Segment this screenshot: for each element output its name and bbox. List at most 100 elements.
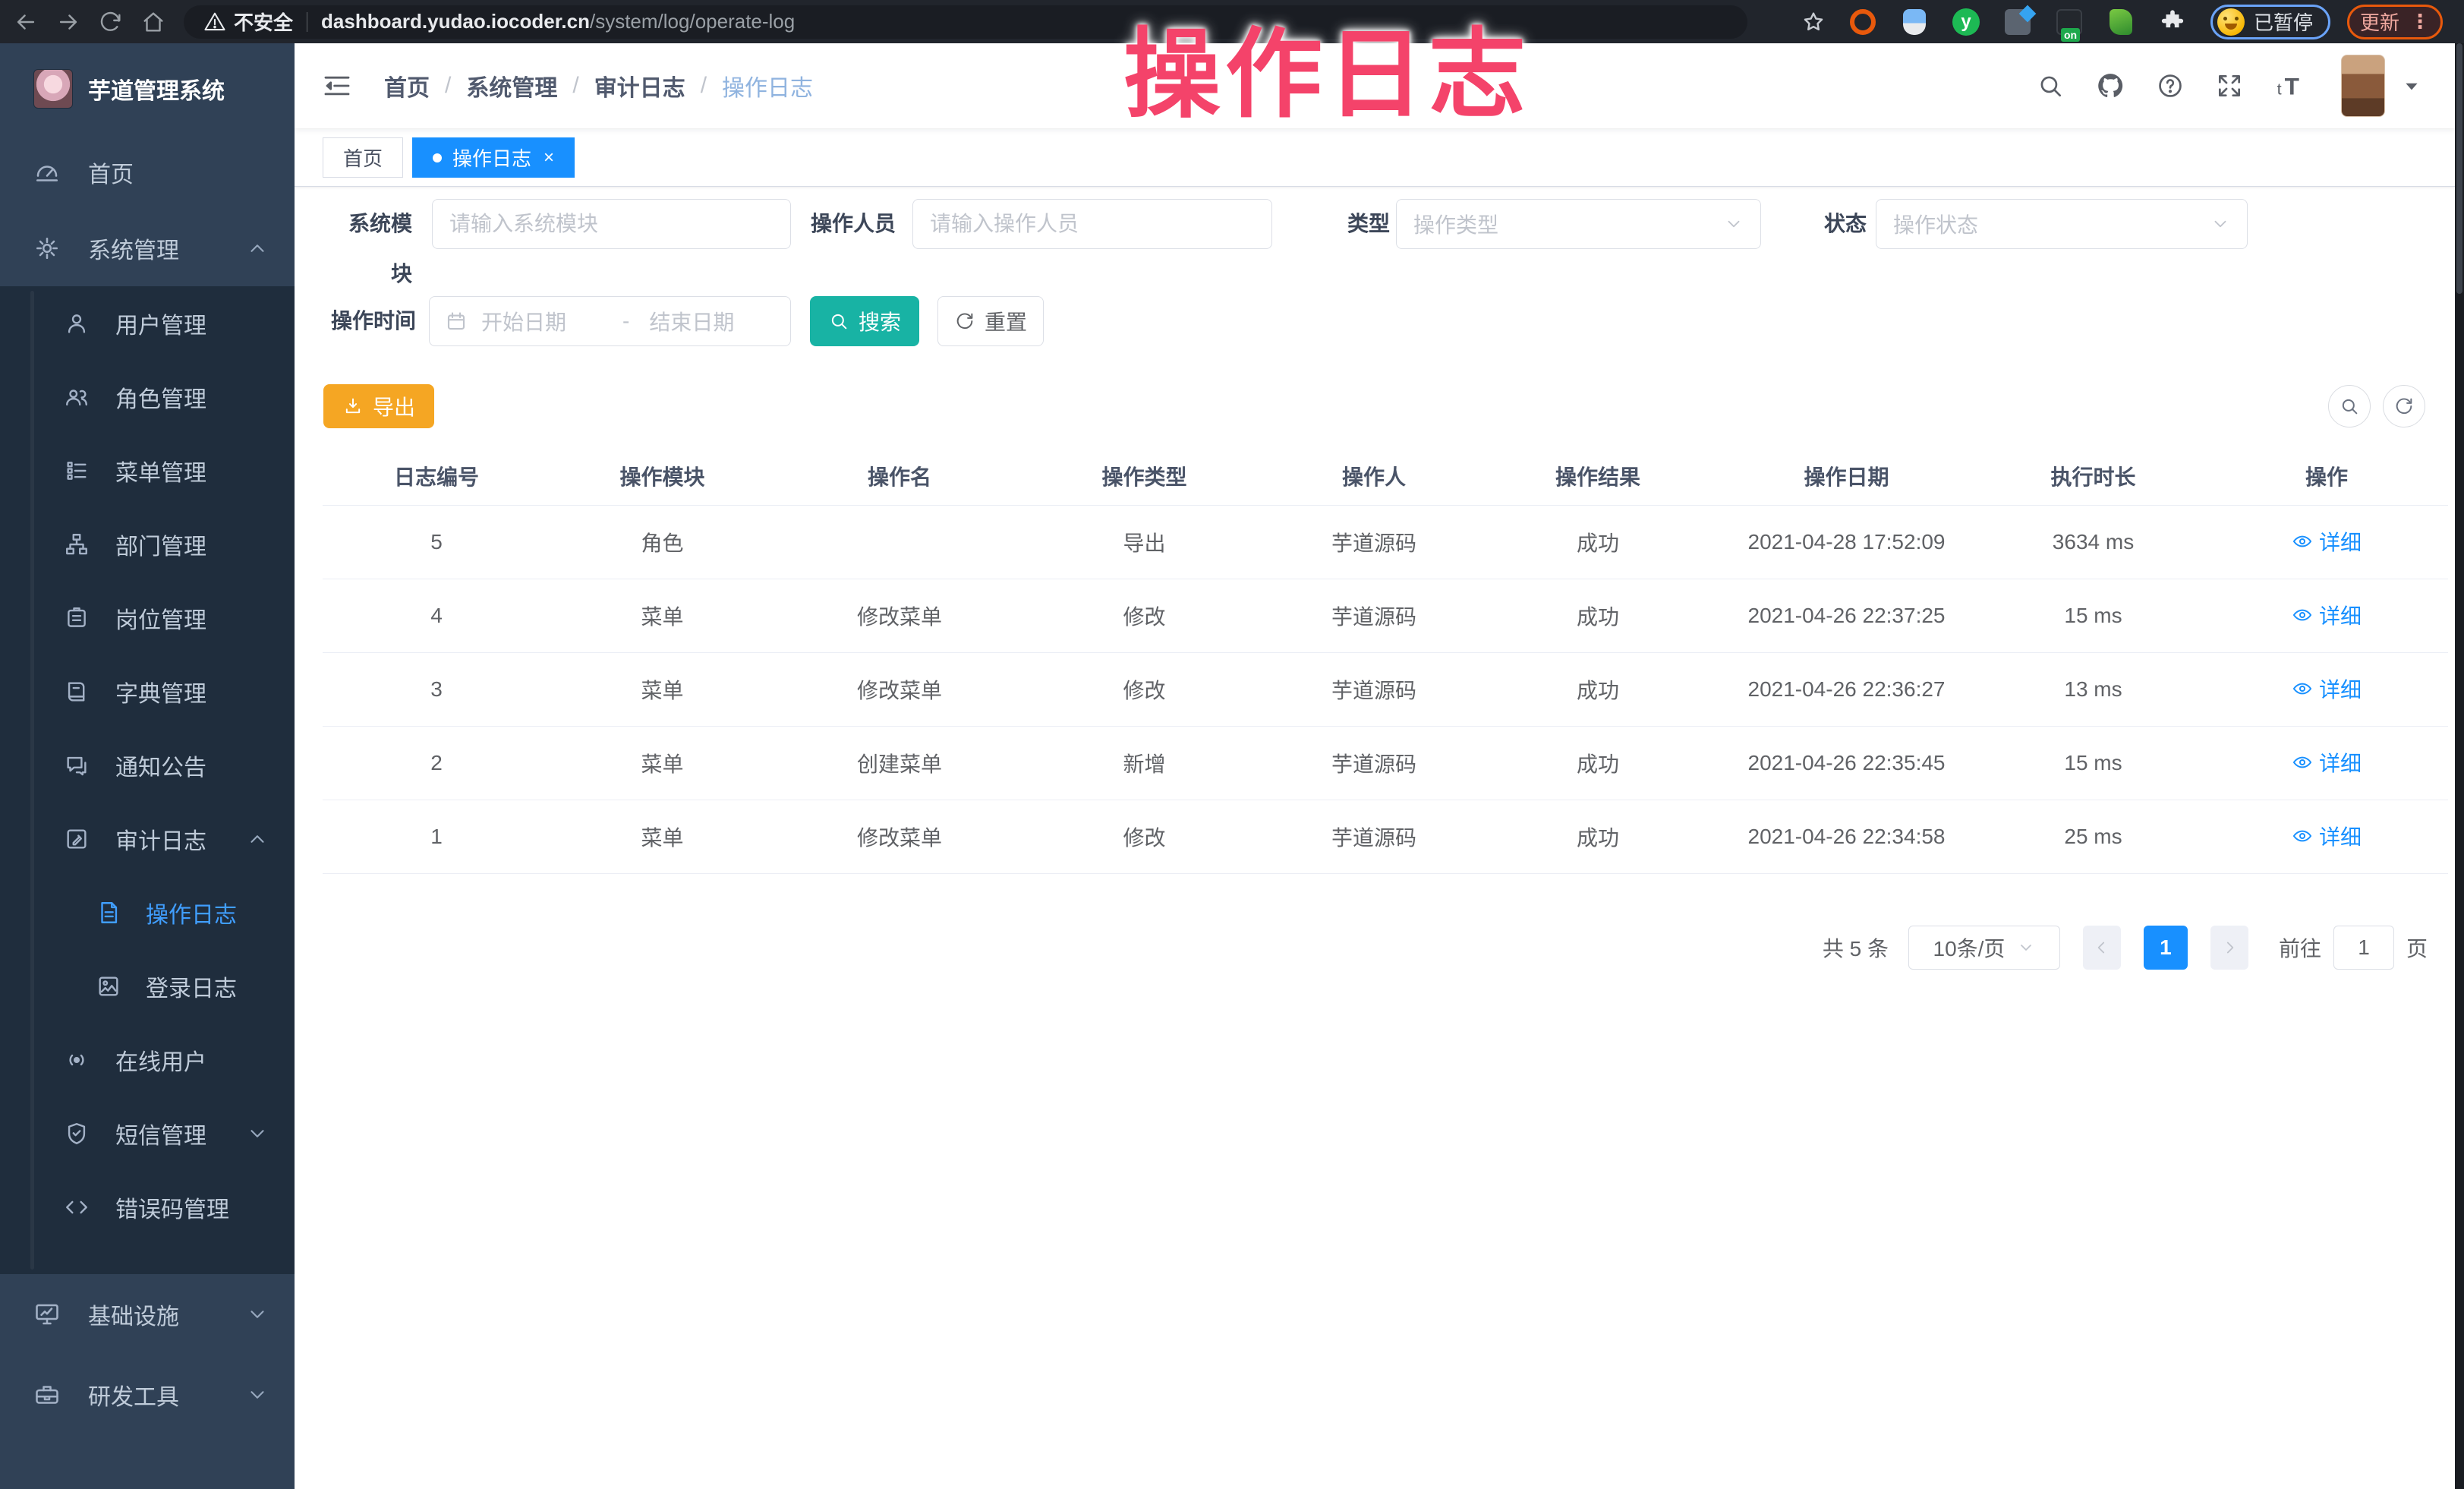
hamburger-fold-icon — [322, 71, 352, 101]
toolbox-icon — [33, 1381, 61, 1409]
breadcrumb-system[interactable]: 系统管理 — [466, 69, 557, 103]
page-number-1[interactable]: 1 — [2144, 926, 2188, 970]
shield-check-icon — [64, 1121, 90, 1147]
extension-pin-icon[interactable] — [1899, 7, 1930, 37]
filter-status-label: 状态 — [1814, 199, 1867, 249]
browser-update-button[interactable]: 更新 ⋮ — [2347, 5, 2443, 39]
table-cell: 成功 — [1484, 652, 1712, 726]
prev-page-button[interactable] — [2083, 926, 2121, 970]
col-result: 操作结果 — [1484, 448, 1712, 505]
breadcrumb-audit[interactable]: 审计日志 — [594, 69, 685, 103]
eye-icon — [2292, 678, 2313, 699]
next-page-button[interactable] — [2210, 926, 2248, 970]
col-date: 操作日期 — [1712, 448, 1981, 505]
sidebar-item-role-mgmt[interactable]: 角色管理 — [0, 360, 295, 434]
sidebar-item-home[interactable]: 首页 — [0, 134, 295, 210]
breadcrumb-separator: / — [701, 73, 707, 99]
table-cell: 4 — [323, 579, 550, 652]
header-fontsize-button[interactable]: tT — [2274, 71, 2308, 101]
avatar-caret-icon[interactable] — [2402, 76, 2421, 96]
sidebar-item-dept-mgmt[interactable]: 部门管理 — [0, 507, 295, 581]
address-bar[interactable]: 不安全 dashboard.yudao.iocoder.cn /system/l… — [184, 5, 1747, 39]
tab-active-dot — [433, 153, 442, 162]
audit-edit-icon — [64, 826, 90, 852]
sidebar-item-audit-log[interactable]: 审计日志 — [0, 802, 295, 875]
goto-page-input[interactable] — [2333, 926, 2394, 970]
table-cell — [774, 505, 1025, 579]
eye-icon — [2292, 531, 2313, 552]
page-size-select[interactable]: 10条/页 — [1908, 926, 2060, 970]
fullscreen-icon — [2215, 71, 2244, 100]
extension-switch-icon[interactable]: on — [2054, 7, 2084, 37]
tab-close-icon[interactable]: × — [544, 149, 554, 167]
sidebar-item-dev-tools[interactable]: 研发工具 — [0, 1355, 295, 1435]
sidebar-item-notice[interactable]: 通知公告 — [0, 728, 295, 802]
extension-grid-icon[interactable] — [2002, 7, 2033, 37]
tab-home[interactable]: 首页 — [323, 137, 403, 178]
browser-profile-chip[interactable]: 已暂停 — [2210, 5, 2330, 39]
header-fullscreen-button[interactable] — [2215, 71, 2244, 100]
detail-link[interactable]: 详细 — [2292, 821, 2362, 851]
extension-leaf-icon[interactable] — [2106, 7, 2136, 37]
sidebar-item-online-users[interactable]: 在线用户 — [0, 1023, 295, 1096]
chevron-up-icon — [246, 828, 269, 850]
filter-daterange-picker[interactable]: 开始日期 - 结束日期 — [429, 296, 791, 346]
breadcrumb-home[interactable]: 首页 — [384, 69, 430, 103]
sidebar-item-menu-mgmt[interactable]: 菜单管理 — [0, 434, 295, 507]
sidebar-item-infrastructure[interactable]: 基础设施 — [0, 1274, 295, 1355]
user-avatar[interactable] — [2341, 55, 2385, 117]
not-secure-label: 不安全 — [234, 8, 293, 36]
sidebar-item-operate-log[interactable]: 操作日志 — [0, 875, 295, 949]
header-help-button[interactable] — [2156, 71, 2185, 100]
extension-ublock-icon[interactable] — [1848, 7, 1878, 37]
detail-link[interactable]: 详细 — [2292, 526, 2362, 557]
sidebar-item-sms-mgmt[interactable]: 短信管理 — [0, 1096, 295, 1170]
browser-reload-button[interactable] — [94, 5, 128, 39]
dictionary-icon — [64, 679, 90, 705]
extension-y-icon[interactable]: y — [1951, 7, 1981, 37]
filter-status-select[interactable]: 操作状态 — [1876, 199, 2248, 249]
goto-label: 前往 — [2279, 932, 2321, 963]
extensions-puzzle-icon[interactable] — [2157, 7, 2188, 37]
browser-home-button[interactable] — [137, 5, 170, 39]
filter-module-input[interactable] — [432, 199, 791, 249]
sidebar-item-system-mgmt[interactable]: 系统管理 — [0, 210, 295, 286]
sidebar-collapse-button[interactable] — [322, 71, 352, 101]
sidebar-item-errorcode-mgmt[interactable]: 错误码管理 — [0, 1170, 295, 1244]
scrollbar-thumb[interactable] — [2456, 43, 2462, 294]
table-row: 1菜单修改菜单修改芋道源码成功2021-04-26 22:34:5825 ms详… — [323, 800, 2448, 873]
filter-type-select[interactable]: 操作类型 — [1396, 199, 1761, 249]
sidebar-item-user-mgmt[interactable]: 用户管理 — [0, 286, 295, 360]
reset-button[interactable]: 重置 — [937, 296, 1044, 346]
header-github-button[interactable] — [2095, 71, 2125, 101]
sidebar-item-post-mgmt[interactable]: 岗位管理 — [0, 581, 295, 655]
browser-menu-kebab-icon[interactable]: ⋮ — [2410, 10, 2430, 33]
header-search-button[interactable] — [2036, 71, 2065, 100]
filter-operator-input[interactable] — [912, 199, 1272, 249]
sidebar-item-dict-mgmt[interactable]: 字典管理 — [0, 655, 295, 728]
chevron-down-icon — [246, 1383, 269, 1406]
col-duration: 执行时长 — [1981, 448, 2205, 505]
sidebar-item-login-log[interactable]: 登录日志 — [0, 949, 295, 1023]
browser-back-button[interactable] — [9, 5, 43, 39]
refresh-table-button[interactable] — [2383, 385, 2425, 427]
table-cell: 1 — [323, 800, 550, 873]
detail-link[interactable]: 详细 — [2292, 674, 2362, 704]
toggle-search-button[interactable] — [2328, 385, 2371, 427]
calendar-icon — [445, 310, 468, 333]
detail-link[interactable]: 详细 — [2292, 600, 2362, 630]
table-cell: 创建菜单 — [774, 726, 1025, 800]
bookmark-star-button[interactable] — [1801, 9, 1826, 35]
pagination-total: 共 5 条 — [1823, 932, 1889, 963]
search-button[interactable]: 搜索 — [810, 296, 919, 346]
tab-operate-log[interactable]: 操作日志 × — [412, 137, 575, 178]
browser-forward-button[interactable] — [52, 5, 85, 39]
export-button[interactable]: 导出 — [323, 384, 434, 428]
breadcrumb-current: 操作日志 — [722, 69, 813, 103]
table-cell-actions: 详细 — [2205, 505, 2448, 579]
browser-scrollbar[interactable] — [2455, 43, 2464, 1489]
detail-link[interactable]: 详细 — [2292, 747, 2362, 778]
sidebar-logo[interactable]: 芋道管理系统 — [0, 43, 295, 134]
chevron-down-icon — [1724, 214, 1744, 234]
table-cell: 25 ms — [1981, 800, 2205, 873]
